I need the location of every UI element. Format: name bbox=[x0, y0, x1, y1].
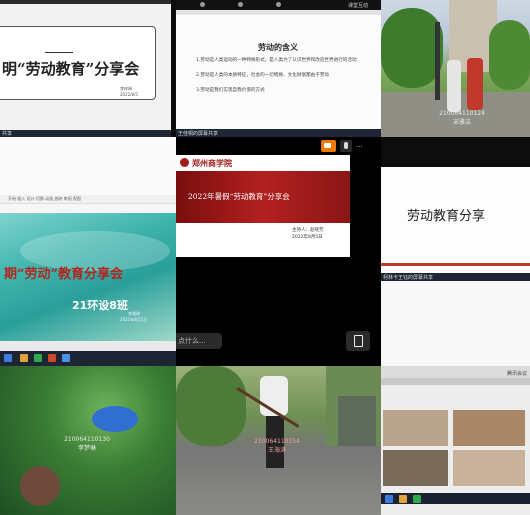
school-logo-icon bbox=[180, 158, 189, 167]
footer-bar: 共享 bbox=[0, 130, 171, 137]
tile-header: 课堂互动 bbox=[176, 0, 381, 10]
video-tile-6[interactable]: 劳动教育分享 柯林卡王钰的屏幕共享 bbox=[381, 137, 530, 366]
footer-bar: 柯林卡王钰的屏幕共享 bbox=[381, 273, 530, 281]
chat-input[interactable]: 点什么... bbox=[176, 333, 222, 349]
date-label: 2022年8月5日 bbox=[292, 235, 323, 240]
camera-button[interactable] bbox=[321, 140, 336, 152]
video-tile-8[interactable]: 210064110154 王海涛 bbox=[176, 366, 381, 515]
person-figure bbox=[467, 58, 483, 110]
ppt-statusbar bbox=[0, 341, 176, 351]
ppt-toolbar bbox=[0, 204, 176, 212]
black-margin bbox=[381, 137, 530, 167]
footer-label: 柯林卡王钰的屏幕共享 bbox=[383, 275, 434, 281]
start-icon[interactable] bbox=[385, 495, 393, 503]
class-name: 21环设8班 bbox=[72, 299, 128, 312]
empty-area bbox=[381, 281, 530, 366]
student-name: 宋雅洁 bbox=[452, 119, 471, 126]
slide-title: 期“劳动”教育分享会 bbox=[4, 267, 123, 282]
person-hair bbox=[20, 466, 60, 506]
student-name: 李梦琳 bbox=[77, 445, 96, 452]
ppt-icon[interactable] bbox=[48, 354, 56, 362]
school-name: 郑州商学院 bbox=[192, 158, 232, 168]
header-label: 课堂互动 bbox=[348, 3, 369, 9]
avatar-icon bbox=[238, 2, 243, 7]
date-label: 2022/8/5 bbox=[120, 92, 138, 97]
avatar-icon bbox=[276, 2, 281, 7]
app-label: 腾讯会议 bbox=[507, 371, 528, 377]
slide-point-2: 2.劳动是人类的本质特征，社会的一切物质、文化财富都由于劳动 bbox=[196, 73, 330, 78]
student-id: 210064110154 bbox=[254, 438, 300, 445]
video-tile-5[interactable]: ... 郑州商学院 2022年暑假“劳动教育”分享会 主持人：赵晓芳 2022年… bbox=[176, 137, 381, 366]
photo-thumb bbox=[383, 450, 448, 486]
video-tile-3[interactable]: 210064110124 宋雅洁 bbox=[381, 0, 530, 137]
photo-thumb bbox=[453, 450, 525, 486]
student-id: 210064110130 bbox=[64, 436, 110, 443]
ppt-ribbon: 开始 插入 设计 切换 动画 放映 审阅 视图 bbox=[0, 195, 176, 204]
ribbon-label: 开始 插入 设计 切换 动画 放映 审阅 视图 bbox=[8, 196, 81, 201]
avatar-icon bbox=[200, 2, 205, 7]
video-tile-9[interactable]: 腾讯会议 bbox=[381, 366, 530, 515]
video-tile-7[interactable]: 210064110130 李梦琳 bbox=[0, 366, 176, 515]
photo-thumb bbox=[383, 410, 448, 446]
video-tile-2[interactable]: 课堂互动 劳动的含义 1.劳动是人类运动的一种特殊形式，是人类为了认识世界和改造… bbox=[176, 0, 381, 137]
slide-accent-line bbox=[381, 263, 530, 266]
screen-share-button[interactable] bbox=[346, 331, 370, 351]
title-rule bbox=[45, 52, 73, 53]
meeting-icon[interactable] bbox=[62, 354, 70, 362]
browser-icon[interactable] bbox=[413, 495, 421, 503]
footer-label: 共享 bbox=[2, 131, 13, 137]
start-icon[interactable] bbox=[4, 354, 12, 362]
folder-icon[interactable] bbox=[20, 354, 28, 362]
tree-image bbox=[176, 366, 246, 446]
camera-icon bbox=[324, 143, 331, 148]
student-id: 210064110124 bbox=[439, 110, 485, 117]
more-menu[interactable]: ... bbox=[356, 141, 363, 149]
slide-point-3: 3.劳动是我们实现自我价值的方式 bbox=[196, 88, 265, 93]
footer-label: 王佳桐的屏幕共享 bbox=[178, 131, 219, 137]
slide-title: 劳动教育分享 bbox=[407, 209, 486, 224]
host-label: 主持人：赵晓芳 bbox=[292, 228, 324, 233]
slide-title: 明“劳动教育”分享会 bbox=[2, 60, 140, 78]
student-name: 王海涛 bbox=[267, 447, 286, 454]
video-tile-1[interactable]: 明“劳动教育”分享会 李梓琦 2022/8/5 共享 bbox=[0, 0, 171, 137]
photo-thumb bbox=[453, 410, 525, 446]
tree-image bbox=[489, 20, 530, 90]
taskbar bbox=[381, 493, 530, 504]
slide-title: 劳动的含义 bbox=[258, 42, 298, 52]
slide-lower: 主持人：赵晓芳 2022年8月5日 bbox=[176, 223, 350, 257]
slide-title: 2022年暑假“劳动教育”分享会 bbox=[188, 192, 290, 201]
chat-placeholder: 点什么... bbox=[178, 337, 206, 345]
street-lamp bbox=[435, 22, 440, 100]
mic-button[interactable] bbox=[340, 140, 352, 152]
tree-image bbox=[381, 8, 443, 88]
footer-bar: 王佳桐的屏幕共享 bbox=[176, 129, 381, 137]
browser-icon[interactable] bbox=[34, 354, 42, 362]
slide-title-band: 2022年暑假“劳动教育”分享会 bbox=[176, 171, 350, 223]
school-header: 郑州商学院 bbox=[176, 155, 350, 171]
slide-background bbox=[176, 15, 381, 129]
fence-image bbox=[338, 396, 376, 446]
video-tile-4[interactable]: 开始 插入 设计 切换 动画 放映 审阅 视图 期“劳动”教育分享会 21环设8… bbox=[0, 137, 176, 366]
person-figure bbox=[447, 60, 461, 112]
folder-icon[interactable] bbox=[399, 495, 407, 503]
screen-share-icon bbox=[354, 335, 363, 347]
window-top: 腾讯会议 bbox=[381, 366, 530, 378]
watering-can-image bbox=[92, 406, 138, 432]
taskbar bbox=[0, 351, 176, 366]
mic-icon bbox=[344, 142, 348, 149]
gray-strip bbox=[381, 378, 530, 385]
date-label: 2022年8月5日 bbox=[120, 317, 148, 322]
slide-point-1: 1.劳动是人类运动的一种特殊形式，是人类为了认识世界和改造世界进行的活动 bbox=[196, 58, 357, 63]
